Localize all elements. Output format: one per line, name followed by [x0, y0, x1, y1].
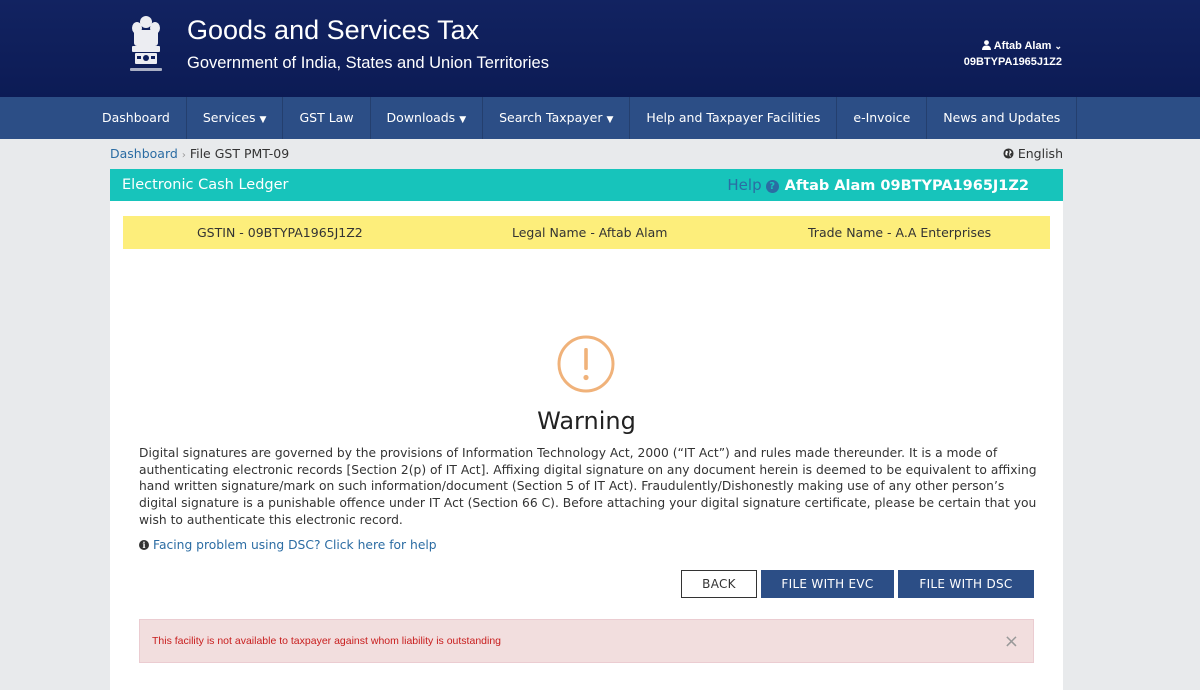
panel-user-info: Aftab Alam 09BTYPA1965J1Z2 — [784, 178, 1029, 194]
dsc-help-link[interactable]: i Facing problem using DSC? Click here fo… — [139, 538, 437, 552]
breadcrumb-separator: › — [181, 150, 186, 161]
nav-label: Search Taxpayer — [499, 110, 603, 125]
close-icon[interactable]: × — [1004, 631, 1019, 652]
nav-news-updates[interactable]: News and Updates — [927, 97, 1078, 139]
info-circle-icon: i — [139, 540, 149, 550]
panel-header: Electronic Cash Ledger Help? Aftab Alam 0… — [110, 169, 1063, 201]
panel-header-right: Help? Aftab Alam 09BTYPA1965J1Z2 — [727, 176, 1029, 194]
caret-down-icon: ▼ — [459, 115, 467, 125]
national-emblem-icon — [130, 16, 162, 71]
breadcrumb-dashboard[interactable]: Dashboard — [110, 146, 178, 161]
user-menu[interactable]: Aftab Alam ⌄ 09BTYPA1965J1Z2 — [964, 38, 1062, 70]
question-circle-icon[interactable]: ? — [765, 180, 779, 193]
nav-dashboard[interactable]: Dashboard — [86, 97, 187, 139]
language-label: English — [1017, 146, 1063, 161]
back-button[interactable]: BACK — [681, 570, 757, 598]
user-name: Aftab Alam — [993, 40, 1052, 52]
nav-downloads[interactable]: Downloads ▼ — [371, 97, 484, 139]
user-gstin: 09BTYPA1965J1Z2 — [963, 56, 1062, 68]
user-menu-toggle[interactable]: Aftab Alam ⌄ — [964, 38, 1062, 54]
nav-label: GST Law — [299, 110, 354, 125]
taxpayer-info-bar: GSTIN - 09BTYPA1965J1Z2 Legal Name - Aft… — [123, 216, 1050, 249]
nav-label: News and Updates — [943, 110, 1061, 125]
nav-label: Help and Taxpayer Facilities — [646, 110, 821, 125]
breadcrumb-current: File GST PMT-09 — [189, 146, 290, 161]
nav-services[interactable]: Services ▼ — [187, 97, 284, 139]
nav-search-taxpayer[interactable]: Search Taxpayer ▼ — [483, 97, 631, 139]
globe-icon — [1003, 148, 1014, 159]
breadcrumb: Dashboard › File GST PMT-09 — [110, 146, 289, 161]
caret-down-icon: ▼ — [606, 115, 614, 125]
file-with-dsc-button[interactable]: FILE WITH DSC — [898, 570, 1034, 598]
exclamation-circle-icon — [557, 335, 615, 393]
alert-message: This facility is not available to taxpay… — [152, 635, 502, 647]
site-subtitle: Government of India, States and Union Te… — [187, 54, 549, 72]
nav-label: Downloads — [386, 110, 456, 125]
trade-name-info: Trade Name - A.A Enterprises — [808, 225, 992, 240]
site-header: Goods and Services Tax Government of Ind… — [0, 0, 1200, 97]
user-icon — [982, 40, 992, 50]
warning-title: Warning — [537, 407, 636, 435]
language-selector[interactable]: English — [1003, 146, 1063, 161]
file-with-evc-button[interactable]: FILE WITH EVC — [761, 570, 894, 598]
nav-e-invoice[interactable]: e-Invoice — [837, 97, 928, 139]
help-link[interactable]: Help — [727, 176, 761, 194]
nav-gst-law[interactable]: GST Law — [283, 97, 371, 139]
nav-help-facilities[interactable]: Help and Taxpayer Facilities — [630, 97, 838, 139]
nav-label: e-Invoice — [853, 110, 911, 125]
main-panel: Electronic Cash Ledger Help? Aftab Alam 0… — [110, 169, 1063, 690]
warning-text: Digital signatures are governed by the p… — [139, 446, 1037, 527]
error-alert: This facility is not available to taxpay… — [139, 619, 1034, 663]
site-title: Goods and Services Tax — [187, 15, 480, 45]
nav-label: Dashboard — [102, 110, 170, 125]
dsc-help-label: Facing problem using DSC? Click here for… — [153, 538, 437, 552]
gstin-info: GSTIN - 09BTYPA1965J1Z2 — [197, 225, 363, 240]
caret-down-icon: ▼ — [259, 115, 267, 125]
nav-label: Services — [202, 110, 256, 125]
legal-name-info: Legal Name - Aftab Alam — [512, 225, 668, 240]
main-nav: Dashboard Services ▼ GST Law Downloads ▼ S… — [0, 97, 1200, 139]
panel-title: Electronic Cash Ledger — [122, 177, 289, 193]
chevron-down-icon: ⌄ — [1054, 41, 1062, 51]
